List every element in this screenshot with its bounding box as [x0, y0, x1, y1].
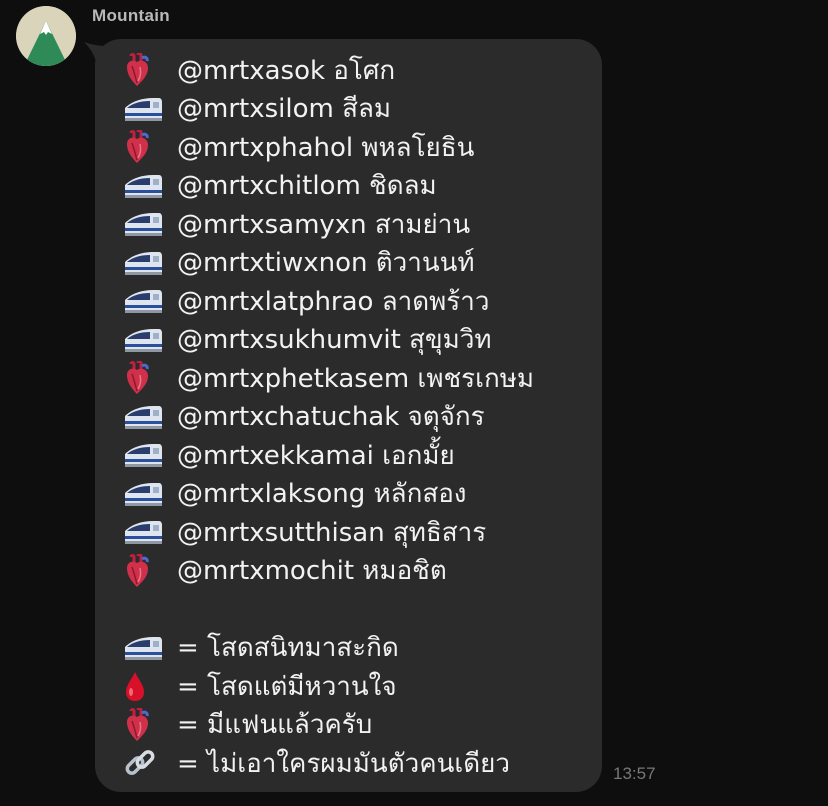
legend-line: = มีแฟนแล้วครับ [123, 706, 593, 745]
line-text: @mrtxphetkasem เพชรเกษม [177, 363, 534, 394]
line-text: @mrtxsamyxn สามย่าน [177, 209, 471, 240]
line-text: @mrtxsilom สีลม [177, 94, 392, 125]
line-text: @mrtxlatphrao ลาดพร้าว [177, 286, 490, 317]
message-line: @mrtxtiwxnon ติวานนท์ [123, 244, 593, 283]
train-icon [123, 323, 167, 357]
line-text: @mrtxsutthisan สุทธิสาร [177, 517, 487, 548]
legend-text: = ไม่เอาใครผมมันตัวคนเดียว [177, 748, 510, 779]
sender-avatar[interactable] [16, 6, 76, 66]
line-text: @mrtxtiwxnon ติวานนท์ [177, 248, 475, 279]
message-line: @mrtxekkamai เอกมั้ย [123, 436, 593, 475]
anatomical-heart-icon [123, 53, 167, 87]
message-line: @mrtxsutthisan สุทธิสาร [123, 513, 593, 552]
message-line: @mrtxphahol พหลโยธิน [123, 128, 593, 167]
train-icon [123, 246, 167, 280]
legend-text: = โสดสนิทมาสะกิด [177, 633, 399, 664]
drop-of-blood-icon [123, 669, 167, 703]
message-line: @mrtxlaksong หลักสอง [123, 475, 593, 514]
message-line: @mrtxsukhumvit สุขุมวิท [123, 321, 593, 360]
message-body: @mrtxasok อโศก @mrtxsilom สีลม @mrtxphah… [123, 51, 593, 783]
link-icon [123, 746, 167, 780]
message-line: @mrtxlatphrao ลาดพร้าว [123, 282, 593, 321]
line-text: @mrtxchatuchak จตุจักร [177, 402, 485, 433]
train-icon [123, 284, 167, 318]
anatomical-heart-icon [123, 130, 167, 164]
line-text: @mrtxlaksong หลักสอง [177, 479, 467, 510]
message-line: @mrtxphetkasem เพชรเกษม [123, 359, 593, 398]
anatomical-heart-icon [123, 707, 167, 742]
line-text: @mrtxasok อโศก [177, 55, 396, 86]
train-icon [123, 169, 167, 203]
line-text: @mrtxekkamai เอกมั้ย [177, 440, 455, 471]
message-line: @mrtxsilom สีลม [123, 90, 593, 129]
message-line: @mrtxchitlom ชิดลม [123, 167, 593, 206]
line-text: @mrtxchitlom ชิดลม [177, 171, 437, 202]
line-text: @mrtxsukhumvit สุขุมวิท [177, 325, 492, 356]
anatomical-heart-icon [123, 361, 167, 395]
legend-line: = โสดแต่มีหวานใจ [123, 667, 593, 706]
sender-name[interactable]: Mountain [92, 6, 170, 26]
message-line: @mrtxasok อโศก [123, 51, 593, 90]
train-icon [123, 477, 167, 511]
legend-text: = มีแฟนแล้วครับ [177, 710, 373, 741]
train-icon [123, 92, 167, 126]
train-icon [123, 438, 167, 472]
message-line: @mrtxsamyxn สามย่าน [123, 205, 593, 244]
legend-line: = ไม่เอาใครผมมันตัวคนเดียว [123, 744, 593, 783]
train-icon [123, 631, 167, 665]
line-text: @mrtxmochit หมอชิต [177, 556, 447, 587]
message-timestamp: 13:57 [613, 764, 656, 783]
legend-text: = โสดแต่มีหวานใจ [177, 671, 397, 702]
mountain-icon [16, 6, 76, 66]
train-icon [123, 515, 167, 549]
message-line: @mrtxmochit หมอชิต [123, 552, 593, 591]
message-line: @mrtxchatuchak จตุจักร [123, 398, 593, 437]
train-icon [123, 207, 167, 241]
anatomical-heart-icon [123, 553, 167, 588]
train-icon [123, 400, 167, 434]
line-text: @mrtxphahol พหลโยธิน [177, 132, 475, 163]
legend-line: = โสดสนิทมาสะกิด [123, 629, 593, 668]
